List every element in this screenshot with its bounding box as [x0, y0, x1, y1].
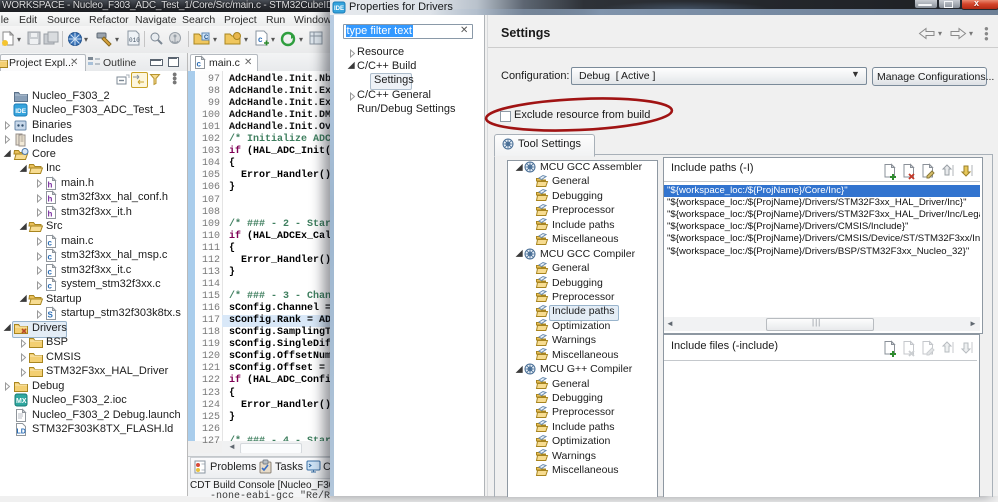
svg-text:IDE: IDE	[334, 6, 344, 12]
svg-text:MX: MX	[16, 398, 27, 405]
svg-text:010: 010	[129, 37, 140, 44]
svg-text:C: C	[204, 35, 209, 41]
svg-text:IDE: IDE	[15, 108, 27, 115]
svg-text:LD: LD	[17, 429, 26, 436]
svg-text:c: c	[258, 35, 263, 44]
